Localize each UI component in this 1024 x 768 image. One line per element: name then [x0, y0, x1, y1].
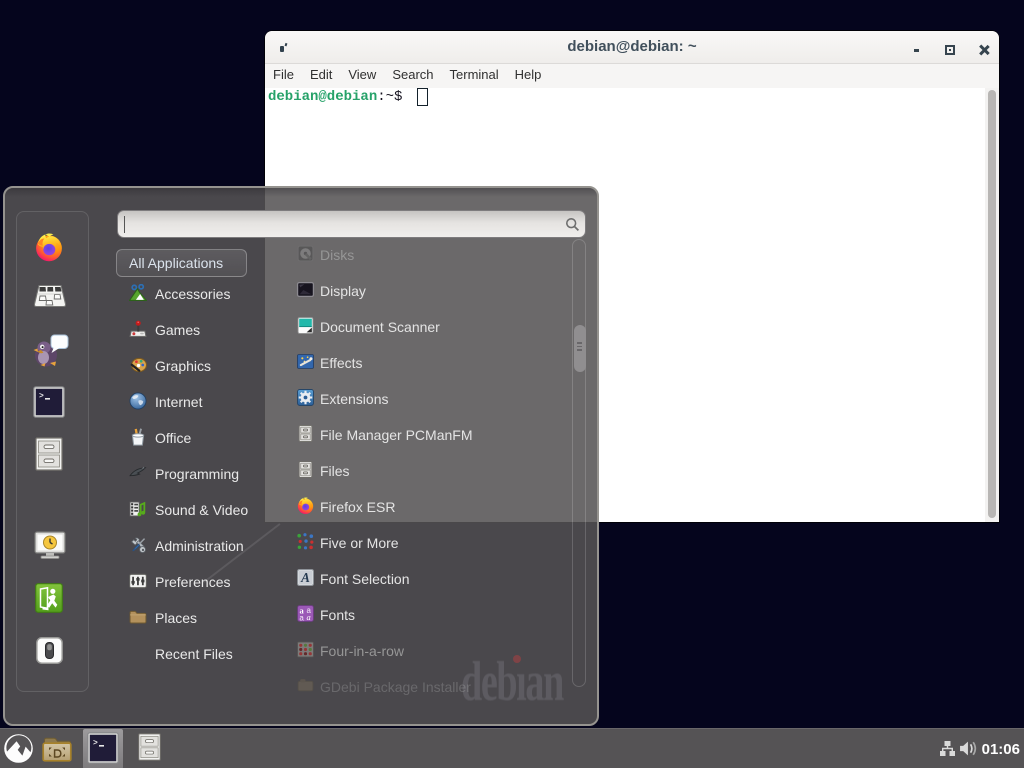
svg-text:>: > [93, 739, 98, 748]
svg-text:a: a [299, 613, 304, 622]
svg-text:a: a [307, 612, 311, 622]
svg-text:A: A [300, 570, 310, 585]
svg-text:>: > [39, 392, 44, 401]
